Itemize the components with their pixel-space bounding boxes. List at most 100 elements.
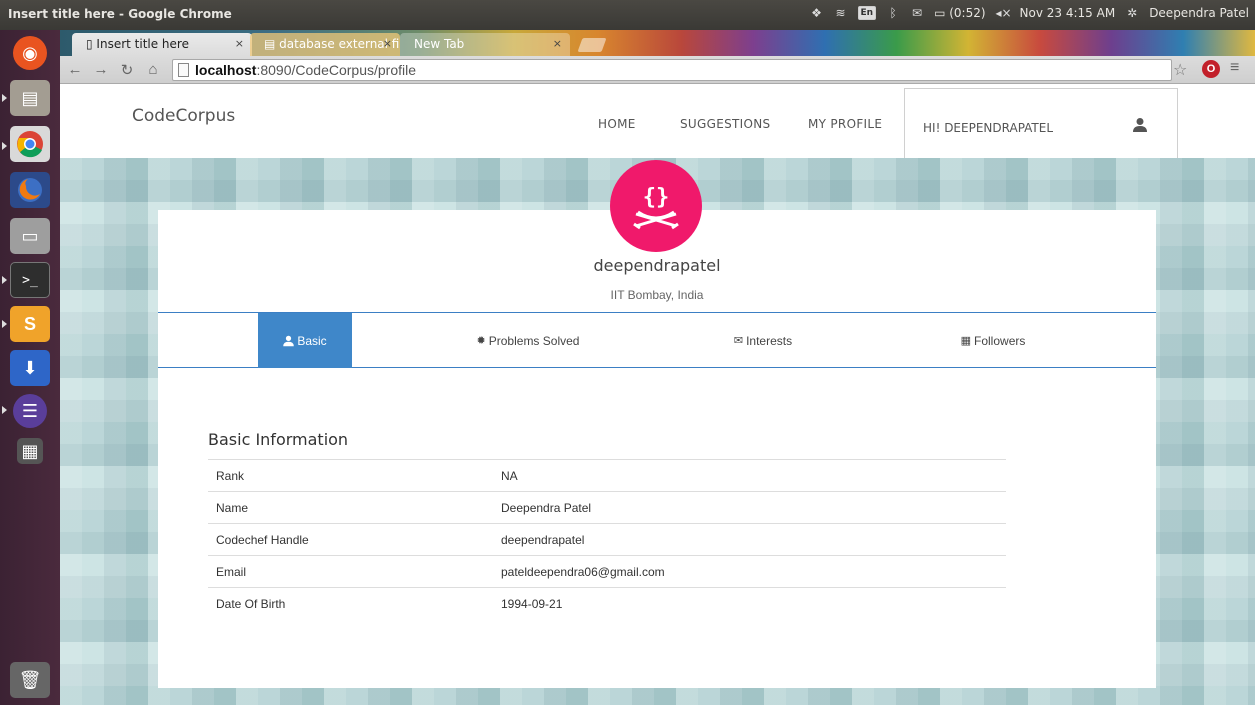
row-key: Email (216, 564, 247, 579)
row-value: deependrapatel (501, 532, 585, 547)
page-icon (178, 63, 189, 77)
sublime-text-icon[interactable]: S (10, 306, 50, 342)
row-key: Rank (216, 468, 245, 483)
chrome-logo-icon (17, 131, 43, 158)
close-icon[interactable]: × (235, 37, 244, 50)
running-pip (2, 320, 7, 328)
dash-home-icon[interactable]: ◉ (13, 36, 47, 70)
row-key: Codechef Handle (216, 532, 309, 547)
browser-tab[interactable]: ▤ database external fi × (250, 33, 400, 56)
row-key: Name (216, 500, 249, 515)
window-title: Insert title here - Google Chrome (8, 7, 232, 21)
row-value: 1994-09-21 (501, 596, 563, 611)
row-key: Date Of Birth (216, 596, 286, 611)
session-gear-icon[interactable]: ✲ (1125, 6, 1139, 20)
profile-location: IIT Bombay, India (610, 288, 704, 302)
disk-drive-icon[interactable]: ▭ (10, 218, 50, 254)
page-viewport: CodeCorpus HOME SUGGESTIONS MY PROFILE H… (60, 84, 1255, 705)
tab-followers[interactable]: ▦ Followers (918, 313, 1068, 368)
clock[interactable]: Nov 23 4:15 AM (1020, 6, 1116, 20)
table-row: Codechef Handle deependrapatel (208, 523, 1006, 556)
user-dropdown[interactable]: HI! DEEPENDRAPATEL (904, 88, 1178, 158)
firefox-logo-icon (18, 178, 42, 202)
page-icon: ▯ (86, 37, 97, 51)
user-icon (283, 335, 295, 346)
eclipse-icon[interactable]: ☰ (13, 394, 47, 428)
extension-icon[interactable]: O (1202, 60, 1220, 78)
running-pip (2, 94, 7, 102)
nav-home-link[interactable]: HOME (598, 117, 636, 131)
dropbox-icon[interactable]: ❖ (810, 6, 824, 20)
battery-indicator[interactable]: ▭ (0:52) (934, 6, 985, 20)
profile-card: deependrapatel IIT Bombay, India Basic ✹… (158, 210, 1156, 688)
session-user-name[interactable]: Deependra Patel (1149, 6, 1249, 20)
tab-label: Problems Solved (488, 333, 580, 348)
nav-suggestions-link[interactable]: SUGGESTIONS (680, 117, 770, 131)
tab-title: database external fi (279, 37, 400, 51)
running-pip (2, 276, 7, 284)
close-icon[interactable]: × (383, 37, 392, 50)
browser-tabstrip: ▯ Insert title here × ▤ database externa… (60, 30, 1255, 56)
section-title: Basic Information (208, 430, 349, 449)
svg-text:{}: {} (643, 185, 670, 210)
tab-label: Basic (297, 333, 327, 348)
terminal-icon[interactable]: >_ (10, 262, 50, 298)
docs-icon: ▤ (264, 37, 280, 51)
nav-my-profile-link[interactable]: MY PROFILE (808, 117, 882, 131)
bluetooth-icon[interactable]: ᛒ (886, 6, 900, 20)
reload-icon[interactable]: ↻ (118, 61, 136, 79)
system-top-panel: Insert title here - Google Chrome ❖ ≋ En… (0, 0, 1255, 30)
mail-icon[interactable]: ✉ (910, 6, 924, 20)
files-icon[interactable]: ▤ (10, 80, 50, 116)
site-brand[interactable]: CodeCorpus (132, 106, 235, 126)
running-pip (2, 406, 7, 414)
basic-info-table: Rank NA Name Deependra Patel Codechef Ha… (208, 459, 1006, 620)
back-icon[interactable]: ← (66, 61, 84, 78)
row-value: NA (501, 468, 518, 483)
firefox-icon[interactable] (10, 172, 50, 208)
browser-toolbar: ← → ↻ ⌂ localhost:8090/CodeCorpus/profil… (60, 56, 1255, 84)
bookmark-star-icon[interactable]: ☆ (1173, 60, 1187, 80)
table-row: Date Of Birth 1994-09-21 (208, 587, 1006, 620)
tab-title: Insert title here (96, 37, 189, 51)
table-row: Rank NA (208, 459, 1006, 492)
profile-avatar: {} (610, 160, 702, 252)
tab-basic[interactable]: Basic (258, 313, 352, 368)
trash-icon[interactable]: 🗑 (10, 662, 50, 698)
table-row: Name Deependra Patel (208, 491, 1006, 524)
indicator-area: ❖ ≋ En ᛒ ✉ ▭ (0:52) ◂× Nov 23 4:15 AM ✲ … (810, 6, 1249, 20)
browser-tab[interactable]: New Tab × (400, 33, 570, 56)
address-bar[interactable]: localhost:8090/CodeCorpus/profile (172, 59, 1172, 81)
tab-problems-solved[interactable]: ✹ Problems Solved (448, 313, 608, 368)
wifi-icon[interactable]: ≋ (834, 6, 848, 20)
keyboard-layout-indicator[interactable]: En (857, 6, 877, 20)
user-icon (1133, 118, 1147, 132)
running-pip (2, 142, 7, 150)
volume-muted-icon[interactable]: ◂× (996, 6, 1012, 20)
table-row: Email pateldeependra06@gmail.com (208, 555, 1006, 588)
workspace-switcher-icon[interactable]: ▦ (17, 438, 43, 464)
profile-username: deependrapatel (593, 256, 721, 275)
row-value: pateldeependra06@gmail.com (501, 564, 665, 579)
home-icon[interactable]: ⌂ (144, 61, 162, 78)
browser-tab-active[interactable]: ▯ Insert title here × (72, 33, 252, 56)
tab-label: Followers (974, 333, 1026, 348)
url-host: localhost (195, 62, 257, 78)
close-icon[interactable]: × (553, 37, 562, 50)
profile-tabs: Basic ✹ Problems Solved ✉ Interests ▦ Fo… (158, 312, 1156, 368)
url-path: :8090/CodeCorpus/profile (256, 62, 417, 78)
forward-icon[interactable]: → (92, 61, 110, 78)
row-value: Deependra Patel (501, 500, 592, 515)
new-tab-button[interactable] (577, 38, 607, 52)
envelope-icon: ✉ (733, 335, 744, 347)
user-greeting: HI! DEEPENDRAPATEL (923, 121, 1054, 135)
menu-icon[interactable]: ≡ (1230, 59, 1239, 77)
site-navbar: CodeCorpus HOME SUGGESTIONS MY PROFILE H… (60, 84, 1255, 158)
code-swords-logo-icon: {} (633, 185, 679, 230)
tab-title: New Tab (414, 37, 465, 51)
chrome-icon[interactable] (10, 126, 50, 162)
tab-interests[interactable]: ✉ Interests (698, 313, 828, 368)
calendar-icon: ▦ (960, 335, 972, 347)
battery-time: (0:52) (949, 6, 986, 20)
download-icon[interactable]: ⬇ (10, 350, 50, 386)
